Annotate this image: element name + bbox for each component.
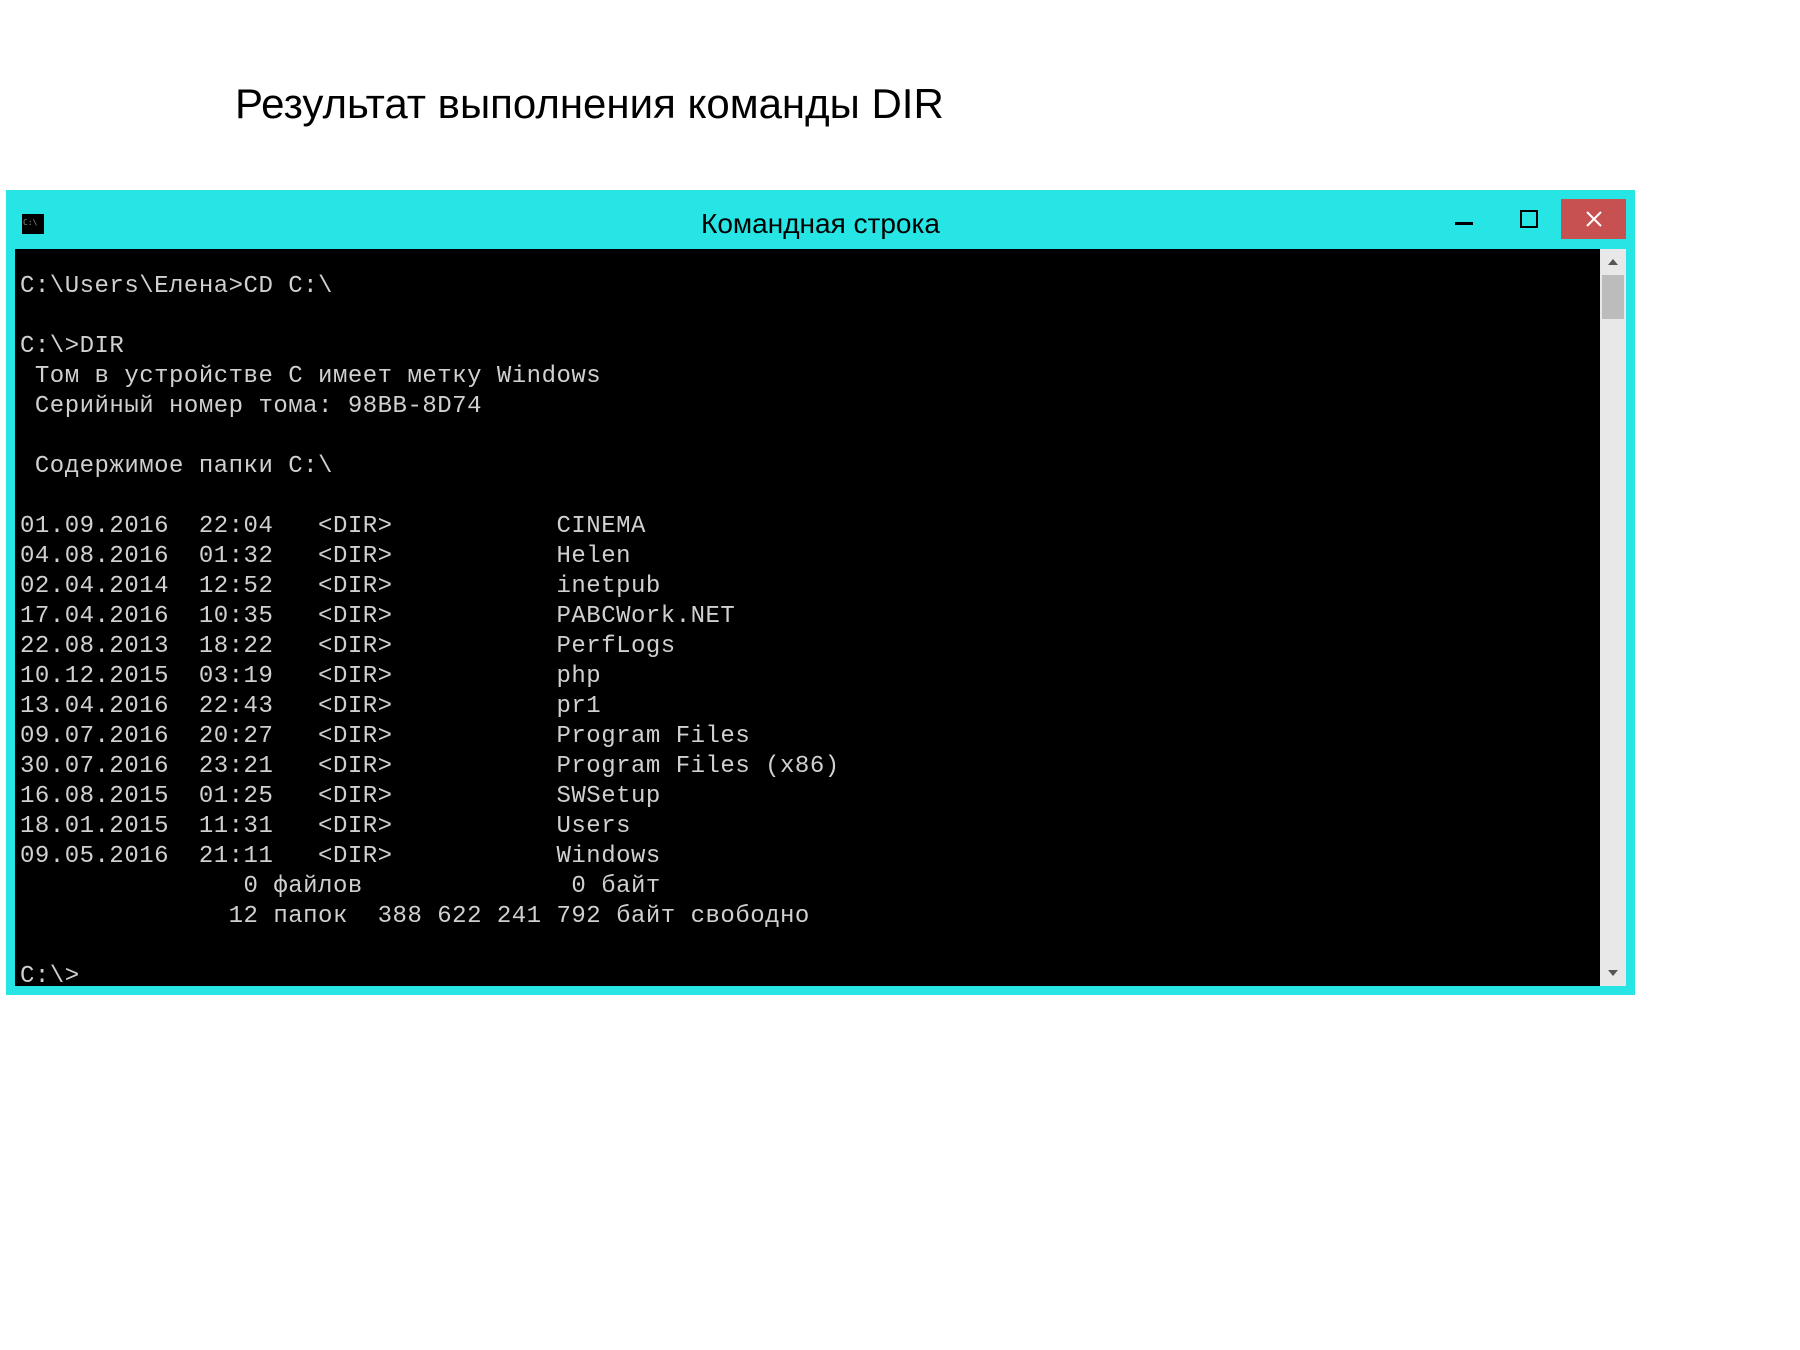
scrollbar[interactable] bbox=[1600, 249, 1626, 986]
terminal-output[interactable]: C:\Users\Елена>CD C:\ C:\>DIR Том в устр… bbox=[15, 249, 1600, 986]
page-heading: Результат выполнения команды DIR bbox=[0, 0, 1800, 168]
scroll-up-button[interactable] bbox=[1600, 249, 1626, 275]
close-button[interactable] bbox=[1561, 199, 1626, 239]
maximize-button[interactable] bbox=[1496, 199, 1561, 239]
client-area: C:\Users\Елена>CD C:\ C:\>DIR Том в устр… bbox=[15, 249, 1626, 986]
command-prompt-window: Командная строка C:\Users\Елена>CD C:\ C… bbox=[6, 190, 1635, 995]
scroll-thumb[interactable] bbox=[1602, 275, 1624, 319]
scroll-down-button[interactable] bbox=[1600, 960, 1626, 986]
minimize-button[interactable] bbox=[1431, 199, 1496, 239]
window-title: Командная строка bbox=[15, 208, 1626, 240]
titlebar[interactable]: Командная строка bbox=[15, 199, 1626, 249]
window-buttons bbox=[1431, 199, 1626, 239]
scroll-track[interactable] bbox=[1600, 275, 1626, 960]
